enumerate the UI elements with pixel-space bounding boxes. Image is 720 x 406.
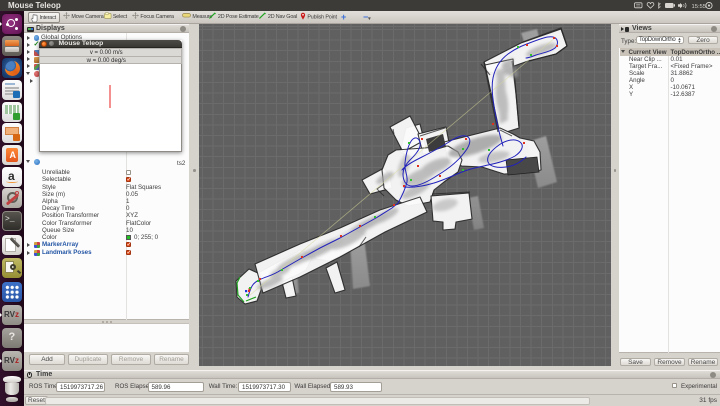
svg-text:15:55: 15:55 — [692, 4, 707, 10]
